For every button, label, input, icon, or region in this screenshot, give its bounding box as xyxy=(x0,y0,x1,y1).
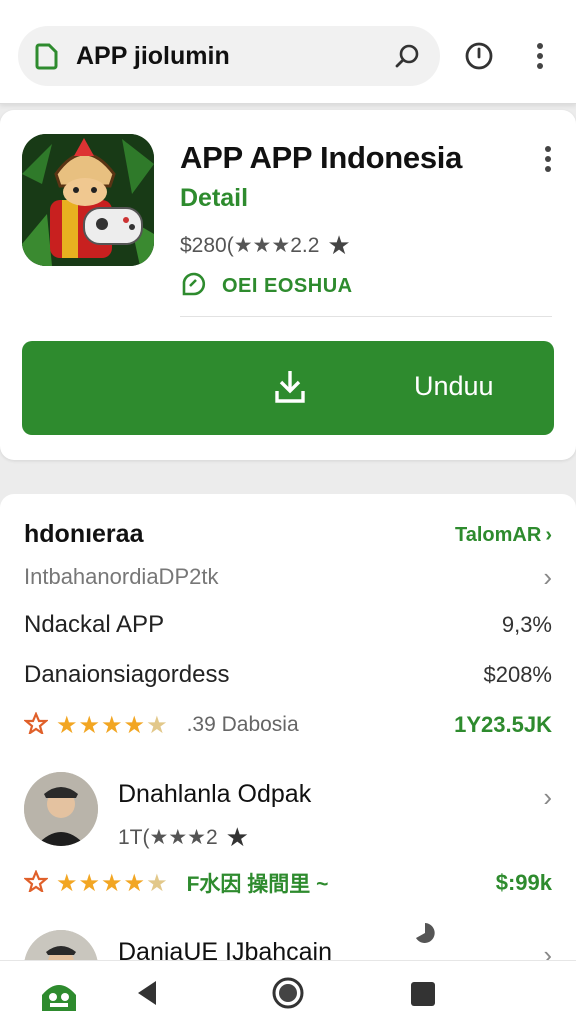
list-item-label: Danaionsiagordess xyxy=(24,661,230,688)
rating-badge-icon xyxy=(22,868,50,897)
divider xyxy=(180,316,552,317)
top-app-bar: APP jiolumin xyxy=(0,0,576,104)
developer-name: OEI EOSHUA xyxy=(222,275,353,297)
search-query[interactable]: APP jiolumin xyxy=(76,42,230,71)
download-icon xyxy=(274,369,306,405)
developer-badge-icon xyxy=(180,270,210,303)
list-item-value: $208% xyxy=(483,662,552,687)
stars-filled: ★★★★ xyxy=(56,869,147,897)
search-icon[interactable] xyxy=(394,42,422,70)
list-item[interactable]: Danaionsiagordess $208% xyxy=(24,656,552,694)
app-subtitle[interactable]: Detail xyxy=(180,184,248,213)
app-more-icon[interactable] xyxy=(538,144,558,174)
rating-note: F水因 操間里 ~ xyxy=(186,873,329,896)
recents-icon[interactable] xyxy=(410,981,436,1007)
home-icon[interactable] xyxy=(38,973,80,1015)
app-title: APP APP Indonesia xyxy=(180,140,463,175)
rating-stars: ★★★★★ xyxy=(56,711,169,740)
rating-value: 1Y23.5JK xyxy=(454,712,552,737)
reviewer-rating: 1T(★★★2 ★ xyxy=(118,822,249,853)
list-item-label: Ndackal APP xyxy=(24,611,165,638)
home-circle-icon[interactable] xyxy=(272,977,304,1009)
app-icon[interactable] xyxy=(22,134,154,266)
review-item[interactable]: Dnahlanla Odpak 1T(★★★2 ★ › xyxy=(24,772,552,852)
camera-icon xyxy=(412,920,438,946)
reviewer-name: Dnahlanla Odpak xyxy=(118,780,312,808)
more-vert-icon[interactable] xyxy=(530,42,550,70)
tag-icon xyxy=(34,42,60,70)
stars-empty: ★ xyxy=(146,869,169,897)
bottom-nav xyxy=(0,960,576,1024)
install-button[interactable]: Unduu xyxy=(22,341,554,435)
see-more-label: TalomAR xyxy=(455,524,542,546)
app-card: APP APP Indonesia Detail $280(★★★2.2 ★ O… xyxy=(0,110,576,460)
stars-filled: ★★★★ xyxy=(56,711,147,739)
rating-note: .39 Dabosia xyxy=(186,713,299,736)
reviewer-rating-text: 1T(★★★2 xyxy=(118,826,218,849)
stars-empty: ★ xyxy=(146,711,169,739)
star-icon: ★ xyxy=(327,230,351,260)
review-rating-row: ★★★★★ F水因 操間里 ~ $:99k xyxy=(22,864,552,902)
developer-row[interactable]: OEI EOSHUA xyxy=(180,270,353,303)
chevron-right-icon: › xyxy=(543,561,552,592)
list-item-value: 9,3% xyxy=(501,612,552,637)
install-label: Unduu xyxy=(414,371,494,401)
chevron-right-icon: › xyxy=(543,782,552,812)
rating-row: ★★★★★ .39 Dabosia 1Y23.5JK xyxy=(22,706,552,744)
chevron-right-icon: › xyxy=(545,524,552,546)
rating-stars: ★★★★★ xyxy=(56,869,169,898)
list-item[interactable]: Ndackal APP 9,3% xyxy=(24,606,552,644)
rating-badge-icon xyxy=(22,710,50,739)
star-icon: ★ xyxy=(225,822,249,852)
app-rating-text: $280(★★★2.2 xyxy=(180,234,320,257)
review-item[interactable]: DaniaUE IJbahcain › xyxy=(24,930,552,990)
avatar xyxy=(24,772,98,846)
history-icon[interactable] xyxy=(464,41,494,71)
details-card: hdonıeraa TalomAR › IntbahanordiaDP2tk ›… xyxy=(0,494,576,1024)
search-bar[interactable]: APP jiolumin xyxy=(18,26,440,86)
list-item-label: IntbahanordiaDP2tk xyxy=(24,564,219,589)
app-rating: $280(★★★2.2 ★ xyxy=(180,230,351,261)
back-icon[interactable] xyxy=(134,979,160,1007)
list-item[interactable]: IntbahanordiaDP2tk › xyxy=(24,558,552,596)
section-title: hdonıeraa xyxy=(24,520,144,548)
see-more-link[interactable]: TalomAR › xyxy=(455,524,552,547)
rating-value: $:99k xyxy=(495,870,552,895)
